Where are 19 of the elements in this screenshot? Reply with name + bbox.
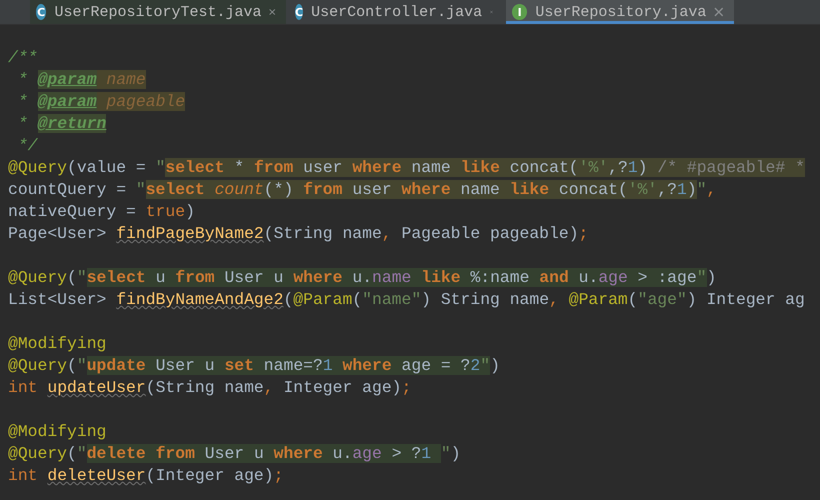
file-type-icon: I xyxy=(512,4,528,20)
editor-tab[interactable]: C UserRepositoryTest.java xyxy=(30,0,286,24)
close-icon[interactable] xyxy=(714,7,724,17)
editor-tab[interactable]: I UserRepository.java xyxy=(506,0,734,24)
code-line: Page<User> findPageByName2(String name, Pageable pageable); xyxy=(8,223,590,245)
close-icon[interactable] xyxy=(269,7,276,17)
code-line: @Query(value = "select * from user where name like concat('%',?1) /* #pageable# * xyxy=(8,157,806,179)
code-line: */ xyxy=(16,135,39,157)
code-line: nativeQuery = true) xyxy=(8,201,196,223)
code-line: List<User> findByNameAndAge2(@Param("name") String name, @Param("age") Integer ag xyxy=(8,289,806,311)
file-type-icon: C xyxy=(295,4,304,20)
code-line: * @param pageable xyxy=(16,91,186,113)
code-line: * @param name xyxy=(16,69,147,91)
code-line: @Modifying xyxy=(8,333,108,355)
code-line: int updateUser(String name, Integer age); xyxy=(8,377,412,399)
code-line: int deleteUser(Integer age); xyxy=(8,465,284,487)
file-type-icon: C xyxy=(36,4,46,20)
code-line: @Modifying xyxy=(8,421,108,443)
code-line: /** xyxy=(8,47,39,69)
